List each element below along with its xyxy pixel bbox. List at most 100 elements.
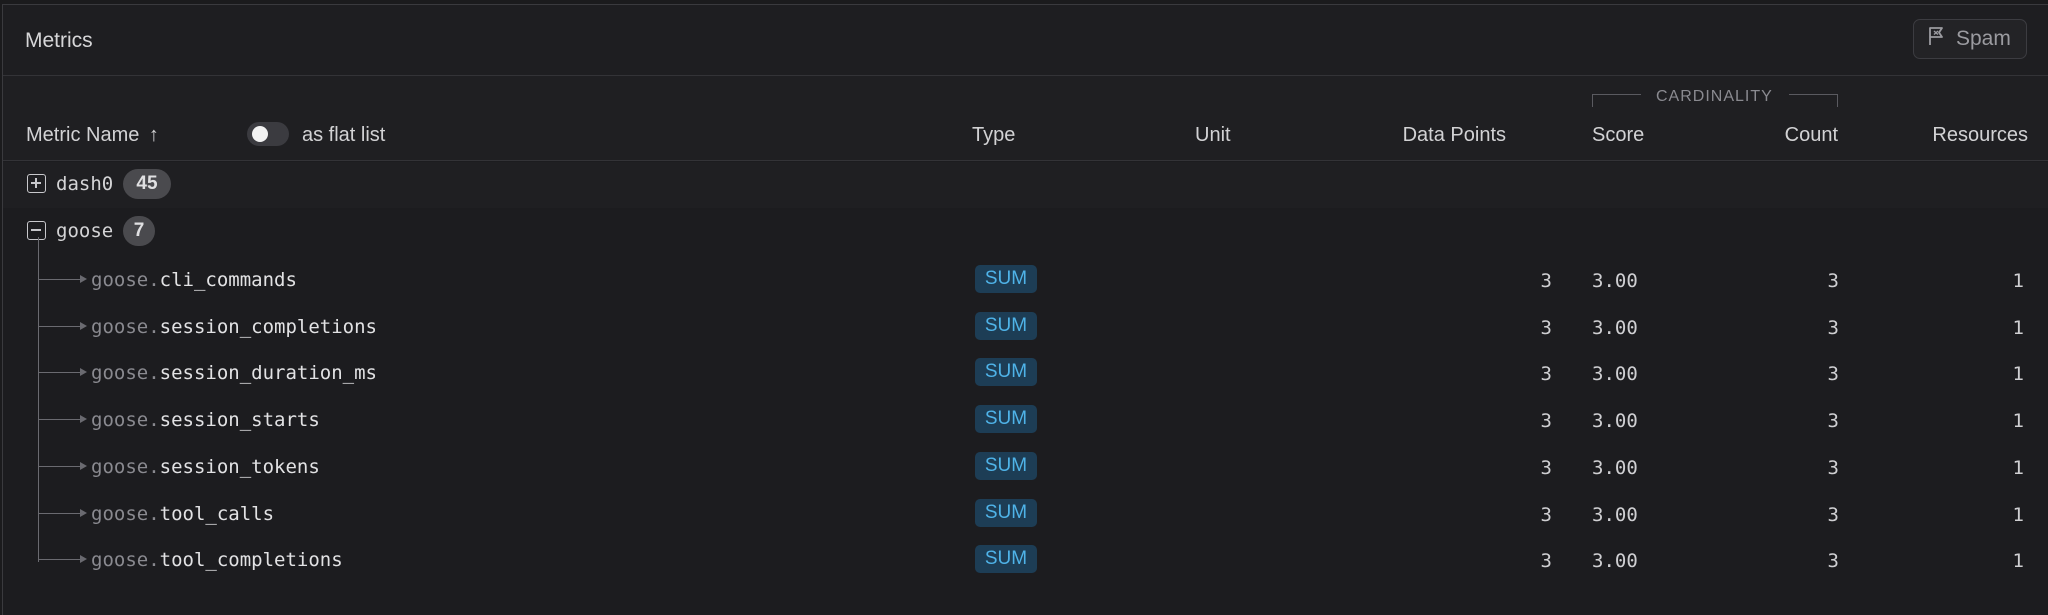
tree-arrow-icon bbox=[80, 275, 87, 283]
count-value: 3 bbox=[1827, 456, 1839, 479]
spam-button[interactable]: Spam bbox=[1913, 19, 2027, 59]
plus-square-icon[interactable] bbox=[27, 174, 46, 193]
cardinality-bracket-left bbox=[1592, 94, 1641, 107]
score-value: 3.00 bbox=[1592, 363, 1638, 386]
tree-arrow-icon bbox=[80, 461, 87, 470]
metric-name[interactable]: goose.tool_calls bbox=[91, 503, 274, 525]
resources-value: 1 bbox=[2012, 410, 2024, 433]
tree-arrow-icon bbox=[80, 508, 87, 517]
type-badge: SUM bbox=[975, 265, 1037, 293]
metric-row[interactable]: goose.session_duration_ms SUM 3 3.00 3 1 bbox=[3, 349, 2048, 396]
table-header: Metric Name ↑ as flat list Type Unit Dat… bbox=[3, 76, 2048, 161]
tree-branch-line bbox=[38, 325, 82, 327]
metric-suffix: session_completions bbox=[159, 315, 377, 338]
resources-value: 1 bbox=[2012, 363, 2024, 386]
group-row-dash0[interactable]: dash0 45 bbox=[3, 162, 2048, 208]
flag-icon bbox=[1928, 26, 1946, 52]
score-value: 3.00 bbox=[1592, 270, 1638, 292]
metric-name-column-header[interactable]: Metric Name ↑ bbox=[26, 124, 159, 147]
count-value: 3 bbox=[1827, 410, 1839, 433]
metric-row[interactable]: goose.session_tokens SUM 3 3.00 3 1 bbox=[3, 443, 2048, 490]
unit-column-header[interactable]: Unit bbox=[1195, 124, 1231, 147]
metric-prefix: goose. bbox=[91, 549, 160, 572]
group-name: dash0 bbox=[56, 173, 114, 195]
metric-name[interactable]: goose.session_starts bbox=[91, 409, 320, 431]
count-value: 3 bbox=[1827, 503, 1839, 526]
metric-row[interactable]: goose.tool_completions SUM 3 3.00 3 1 bbox=[3, 536, 2048, 583]
tree-arrow-icon bbox=[80, 368, 87, 377]
resources-value: 1 bbox=[2012, 550, 2024, 573]
metric-prefix: goose. bbox=[91, 269, 160, 291]
count-value: 3 bbox=[1827, 270, 1839, 292]
type-badge: SUM bbox=[975, 498, 1037, 527]
type-badge: SUM bbox=[975, 358, 1037, 387]
tree-branch-line bbox=[38, 279, 82, 280]
resources-value: 1 bbox=[2012, 456, 2024, 479]
type-badge: SUM bbox=[975, 311, 1037, 340]
resources-value: 1 bbox=[2012, 503, 2024, 526]
score-value: 3.00 bbox=[1592, 456, 1638, 479]
data-points-value: 3 bbox=[1540, 316, 1552, 339]
cardinality-bracket-right bbox=[1789, 94, 1838, 107]
metric-name[interactable]: goose.session_tokens bbox=[91, 456, 320, 478]
metric-name[interactable]: goose.tool_completions bbox=[91, 549, 343, 571]
group-count-badge: 45 bbox=[123, 169, 171, 199]
sort-ascending-icon: ↑ bbox=[148, 124, 159, 146]
metric-suffix: session_duration_ms bbox=[159, 362, 377, 385]
metric-prefix: goose. bbox=[91, 315, 160, 338]
data-points-value: 3 bbox=[1540, 456, 1552, 479]
score-column-header[interactable]: Score bbox=[1592, 124, 1644, 147]
metric-row[interactable]: goose.session_completions SUM 3 3.00 3 1 bbox=[3, 303, 2048, 350]
metric-suffix: tool_completions bbox=[159, 549, 343, 572]
tree-branch-line bbox=[38, 559, 82, 561]
tree-arrow-icon bbox=[80, 321, 87, 330]
metric-suffix: session_tokens bbox=[159, 455, 320, 478]
data-points-value: 3 bbox=[1540, 503, 1552, 526]
flat-list-label: as flat list bbox=[302, 124, 386, 146]
metric-name[interactable]: goose.session_completions bbox=[91, 316, 377, 338]
metric-row[interactable]: goose.session_starts SUM 3 3.00 3 1 bbox=[3, 396, 2048, 443]
count-value: 3 bbox=[1827, 363, 1839, 386]
score-value: 3.00 bbox=[1592, 503, 1638, 526]
count-column-header[interactable]: Count bbox=[1723, 124, 1838, 147]
score-value: 3.00 bbox=[1592, 410, 1638, 433]
flat-list-toggle[interactable] bbox=[247, 122, 289, 146]
resources-column-header[interactable]: Resources bbox=[1883, 124, 2028, 147]
group-count-badge: 7 bbox=[123, 216, 155, 246]
tree-branch-line bbox=[38, 372, 82, 374]
data-points-value: 3 bbox=[1540, 410, 1552, 433]
metric-name[interactable]: goose.session_duration_ms bbox=[91, 362, 377, 384]
tree-branch-line bbox=[38, 512, 82, 514]
toggle-knob bbox=[252, 126, 268, 142]
metric-name[interactable]: goose.cli_commands bbox=[91, 269, 297, 291]
cardinality-label: CARDINALITY bbox=[1656, 88, 1773, 105]
type-badge: SUM bbox=[975, 405, 1037, 434]
type-badge: SUM bbox=[975, 545, 1037, 574]
tree-arrow-icon bbox=[80, 415, 87, 424]
metric-prefix: goose. bbox=[91, 502, 160, 525]
tree-branch-line bbox=[38, 419, 82, 421]
metric-suffix: tool_calls bbox=[159, 502, 275, 525]
resources-value: 1 bbox=[2012, 316, 2024, 339]
data-points-value: 3 bbox=[1540, 363, 1552, 386]
score-value: 3.00 bbox=[1592, 316, 1638, 339]
resources-value: 1 bbox=[2012, 270, 2024, 292]
metric-row[interactable]: goose.tool_calls SUM 3 3.00 3 1 bbox=[3, 490, 2048, 537]
data-points-column-header[interactable]: Data Points bbox=[1393, 124, 1506, 147]
data-points-value: 3 bbox=[1540, 270, 1552, 292]
group-row-goose[interactable]: goose 7 bbox=[3, 209, 2048, 255]
minus-square-icon[interactable] bbox=[27, 221, 46, 240]
tree-branch-line bbox=[38, 465, 82, 467]
panel-header: Metrics Spam bbox=[3, 5, 2048, 76]
data-points-value: 3 bbox=[1540, 550, 1552, 573]
tree-arrow-icon bbox=[80, 555, 87, 564]
metric-prefix: goose. bbox=[91, 362, 160, 385]
spam-button-label: Spam bbox=[1956, 27, 2011, 50]
metric-prefix: goose. bbox=[91, 455, 160, 478]
page-title: Metrics bbox=[25, 29, 93, 52]
count-value: 3 bbox=[1827, 550, 1839, 573]
type-column-header[interactable]: Type bbox=[972, 124, 1015, 147]
metric-prefix: goose. bbox=[91, 409, 160, 432]
metric-row[interactable]: goose.cli_commands SUM 3 3.00 3 1 bbox=[3, 256, 2048, 303]
score-value: 3.00 bbox=[1592, 550, 1638, 573]
